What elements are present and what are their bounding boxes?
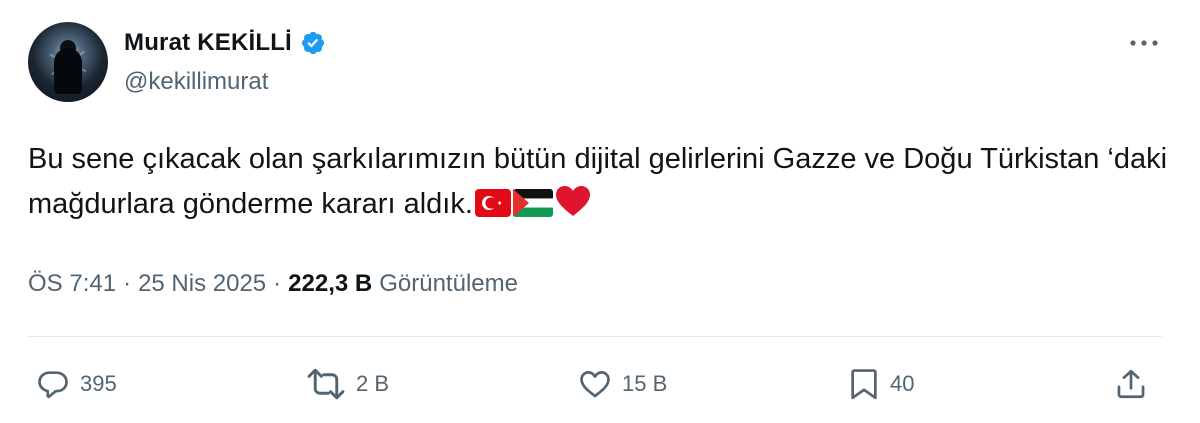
avatar[interactable] [28, 22, 108, 102]
tweet-text: Bu sene çıkacak olan şarkılarımızın bütü… [28, 137, 1168, 227]
bookmark-icon [851, 369, 877, 400]
red-heart-icon [555, 186, 590, 216]
views-count: 222,3 B [288, 270, 373, 297]
bookmark-button[interactable]: 40 [848, 364, 914, 404]
palestine-flag-icon [512, 189, 553, 217]
verified-badge-icon [301, 31, 325, 55]
bookmark-count: 40 [890, 371, 915, 396]
more-dots-icon [1130, 40, 1158, 46]
tweet-body: Bu sene çıkacak olan şarkılarımızın bütü… [28, 143, 1168, 220]
share-icon [1117, 369, 1145, 399]
author-display-name[interactable]: Murat KEKİLLİ [124, 29, 292, 57]
like-count: 15 B [622, 371, 668, 396]
meta-separator: · [123, 270, 132, 297]
reply-count: 395 [80, 371, 117, 396]
more-options-button[interactable] [1126, 30, 1162, 56]
divider [28, 336, 1162, 337]
heart-outline-icon [580, 371, 610, 398]
reply-button[interactable]: 395 [36, 364, 117, 404]
reply-icon [38, 371, 68, 399]
like-button[interactable]: 15 B [578, 364, 667, 404]
meta-separator: · [273, 270, 282, 297]
share-button[interactable] [1114, 364, 1148, 404]
tweet-meta: ÖS 7:41 · 25 Nis 2025 · 222,3 B Görüntül… [28, 265, 518, 303]
tweet-date[interactable]: 25 Nis 2025 [138, 270, 266, 298]
repost-icon [307, 368, 345, 400]
repost-count: 2 B [356, 371, 390, 396]
author-name-row: Murat KEKİLLİ [124, 26, 326, 60]
views-label: Görüntüleme [379, 270, 518, 297]
author-handle[interactable]: @kekillimurat [124, 68, 268, 96]
repost-button[interactable]: 2 B [306, 364, 389, 404]
turkey-flag-icon [474, 189, 511, 217]
tweet-time[interactable]: ÖS 7:41 [28, 270, 116, 298]
